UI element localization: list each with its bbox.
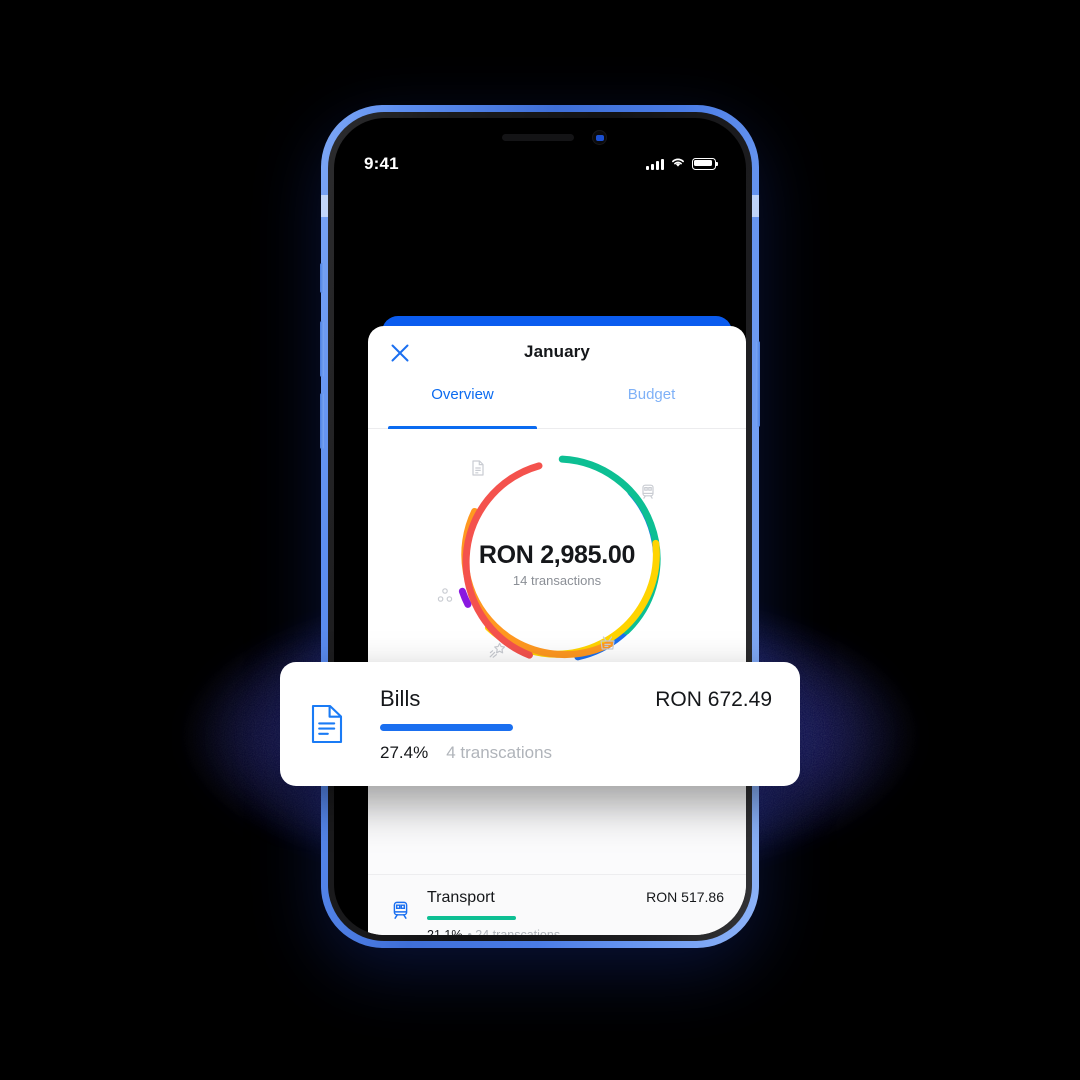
frame-antenna-seam-left — [321, 195, 328, 217]
category-amount: RON 517.86 — [646, 889, 724, 905]
power-button[interactable] — [756, 341, 760, 427]
basket-icon — [598, 634, 616, 652]
featured-progress-track — [380, 723, 772, 731]
phone-device: 9:41 January Overview Budget RON 2,985.0… — [320, 105, 760, 948]
featured-category-card-bills[interactable]: Bills RON 672.49 27.4% 4 transcations — [280, 662, 800, 786]
status-bar: 9:41 — [334, 148, 746, 180]
category-row-body: Transport RON 517.86 21.1% • 24 transcat… — [427, 889, 724, 935]
tab-bar: Overview Budget — [368, 382, 746, 429]
featured-category-transaction-count: 4 transcations — [446, 742, 553, 762]
featured-card-body: Bills RON 672.49 27.4% 4 transcations — [380, 686, 772, 763]
tab-budget-label: Budget — [627, 386, 676, 403]
tab-overview[interactable]: Overview — [368, 382, 557, 429]
page-title: January — [524, 342, 590, 361]
train-icon — [639, 483, 657, 501]
status-indicators — [646, 155, 719, 173]
category-transaction-count: • 24 transcations — [467, 928, 561, 935]
category-row-meta: 21.1% • 24 transcations — [427, 928, 724, 935]
donut-svg — [458, 455, 661, 661]
featured-category-amount: RON 672.49 — [655, 687, 772, 711]
cellular-bars-icon — [646, 158, 664, 170]
frame-antenna-seam-right — [752, 195, 759, 217]
category-name: Transport — [427, 889, 495, 906]
app-screen: January Overview Budget RON 2,985.00 14 … — [368, 246, 746, 935]
battery-icon — [692, 158, 719, 170]
modal-header: January — [368, 326, 746, 382]
featured-category-percent: 27.4% — [380, 742, 429, 762]
category-row-transport[interactable]: Transport RON 517.86 21.1% • 24 transcat… — [368, 875, 746, 935]
earpiece-speaker-icon — [502, 134, 574, 141]
category-progress-fill — [427, 916, 517, 920]
shooting-star-icon — [488, 641, 506, 659]
featured-progress-fill — [380, 723, 514, 731]
phone-bezel: 9:41 January Overview Budget RON 2,985.0… — [334, 118, 746, 935]
month-detail-modal: January Overview Budget RON 2,985.00 14 … — [368, 326, 746, 935]
spending-donut-chart[interactable]: RON 2,985.00 14 transactions — [368, 429, 746, 691]
wifi-icon — [670, 155, 686, 173]
group-icon — [436, 587, 454, 605]
train-icon — [390, 889, 416, 926]
status-time: 9:41 — [364, 154, 399, 173]
mute-switch[interactable] — [320, 263, 324, 293]
front-camera-icon — [592, 130, 607, 145]
featured-card-top: Bills RON 672.49 — [380, 686, 772, 712]
volume-down-button[interactable] — [320, 393, 324, 449]
category-row-top: Transport RON 517.86 — [427, 889, 724, 907]
screenshot-stage: 9:41 January Overview Budget RON 2,985.0… — [0, 0, 1080, 1080]
featured-card-meta: 27.4% 4 transcations — [380, 743, 772, 763]
featured-category-name: Bills — [380, 685, 421, 711]
document-icon — [310, 704, 344, 744]
category-progress-track — [427, 916, 724, 920]
tab-budget[interactable]: Budget — [557, 382, 746, 428]
document-icon — [469, 459, 487, 477]
volume-up-button[interactable] — [320, 321, 324, 377]
category-percent: 21.1% — [427, 928, 463, 935]
tab-overview-label: Overview — [431, 386, 494, 403]
